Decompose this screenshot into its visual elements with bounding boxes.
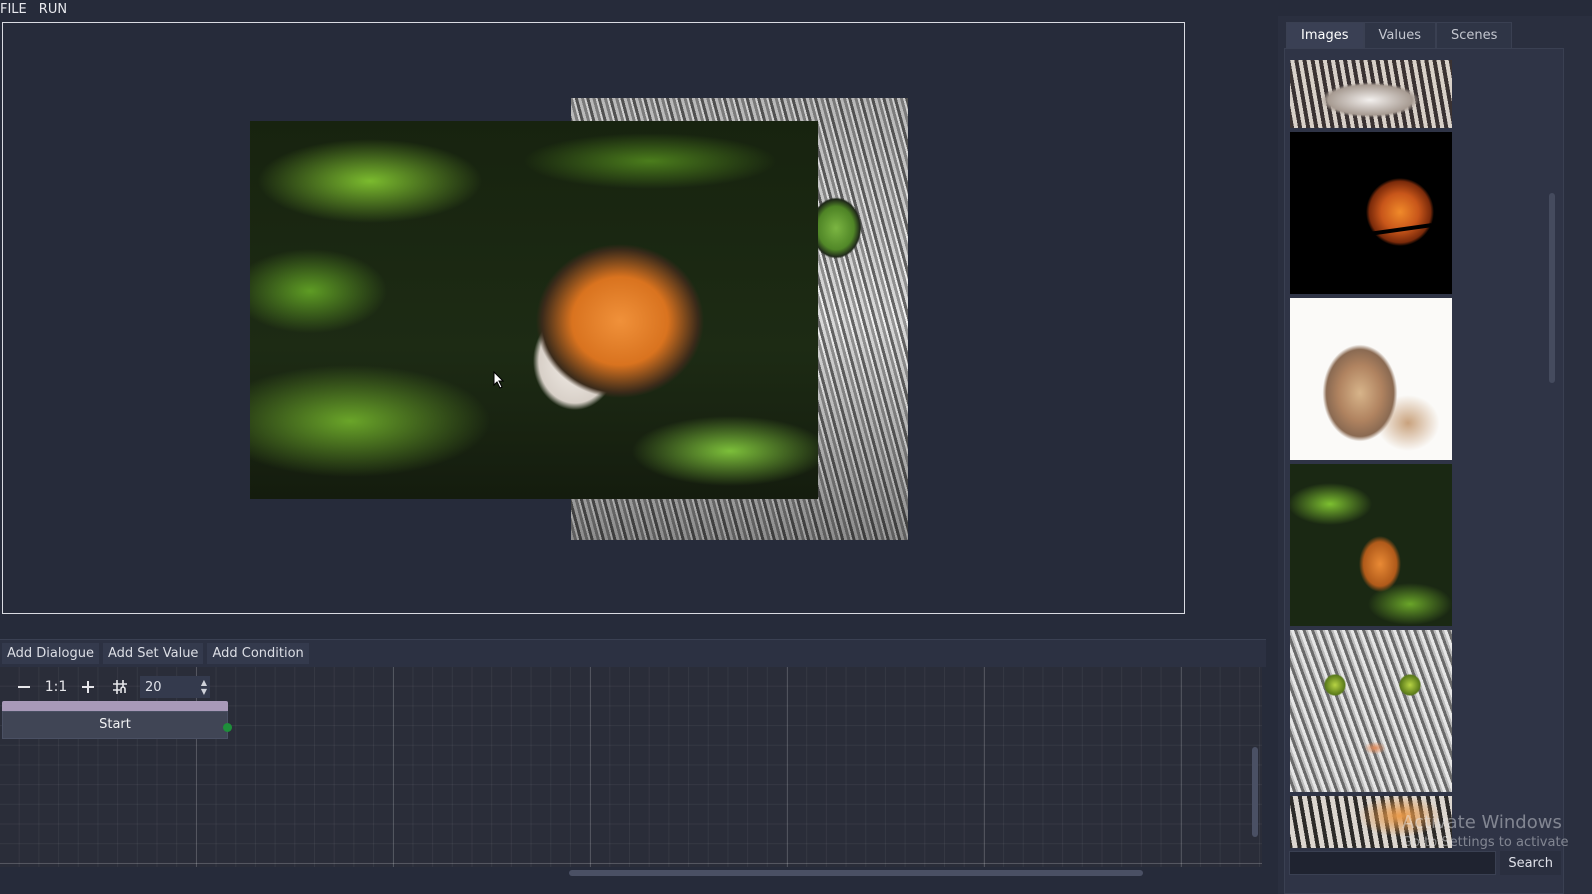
images-tab-body: Search	[1284, 48, 1564, 894]
image-thumbnail-list	[1290, 60, 1453, 848]
tab-images[interactable]: Images	[1286, 22, 1364, 48]
graph-vertical-scrollbar[interactable]	[1250, 667, 1260, 867]
mouse-cursor-icon	[493, 371, 505, 389]
scene-image-tiger[interactable]	[250, 121, 818, 499]
graph-toolbar: Add Dialogue Add Set Value Add Condition	[0, 639, 1266, 667]
image-thumbnail[interactable]	[1290, 132, 1452, 294]
assets-panel: Images Values Scenes Search	[1278, 16, 1592, 894]
grid-snap-icon	[113, 680, 127, 694]
image-search-row: Search	[1289, 851, 1561, 877]
thumbnail-scrollbar[interactable]	[1547, 53, 1559, 843]
start-node-output-port[interactable]	[223, 723, 232, 732]
add-condition-button[interactable]: Add Condition	[207, 643, 309, 664]
menu-run[interactable]: RUN	[33, 0, 73, 20]
image-thumbnail[interactable]	[1290, 60, 1452, 128]
zoom-reset-button[interactable]: 1:1	[44, 675, 68, 699]
add-set-value-button[interactable]: Add Set Value	[102, 643, 204, 664]
search-button[interactable]: Search	[1500, 851, 1561, 875]
assets-tabs: Images Values Scenes	[1286, 22, 1513, 48]
snap-distance-value[interactable]: 20	[140, 680, 198, 695]
image-thumbnail[interactable]	[1290, 464, 1452, 626]
graph-editor[interactable]: 1:1 20 ▲ ▼ Start	[0, 667, 1262, 867]
zoom-out-button[interactable]	[12, 675, 36, 699]
tab-scenes[interactable]: Scenes	[1435, 22, 1513, 48]
zoom-controls: 1:1 20 ▲ ▼	[12, 675, 210, 699]
image-thumbnail[interactable]	[1290, 796, 1452, 848]
snap-distance-spinbox[interactable]: 20 ▲ ▼	[140, 676, 210, 698]
plus-icon	[82, 681, 94, 693]
menu-file[interactable]: FILE	[0, 0, 33, 20]
add-dialogue-button[interactable]: Add Dialogue	[2, 643, 99, 664]
image-search-input[interactable]	[1289, 851, 1497, 875]
menu-bar: FILE RUN	[0, 0, 73, 20]
tab-values[interactable]: Values	[1363, 22, 1436, 48]
start-node-header[interactable]	[2, 701, 228, 711]
start-node[interactable]: Start	[2, 701, 232, 741]
snap-toggle-button[interactable]	[108, 675, 132, 699]
image-thumbnail[interactable]	[1290, 630, 1452, 792]
scene-viewport[interactable]	[2, 22, 1185, 614]
graph-horizontal-scrollbar[interactable]	[0, 868, 1262, 878]
image-thumbnail[interactable]	[1290, 298, 1452, 460]
zoom-in-button[interactable]	[76, 675, 100, 699]
minus-icon	[18, 686, 30, 688]
start-node-label: Start	[2, 711, 228, 739]
spin-arrows-icon[interactable]: ▲ ▼	[198, 678, 210, 696]
